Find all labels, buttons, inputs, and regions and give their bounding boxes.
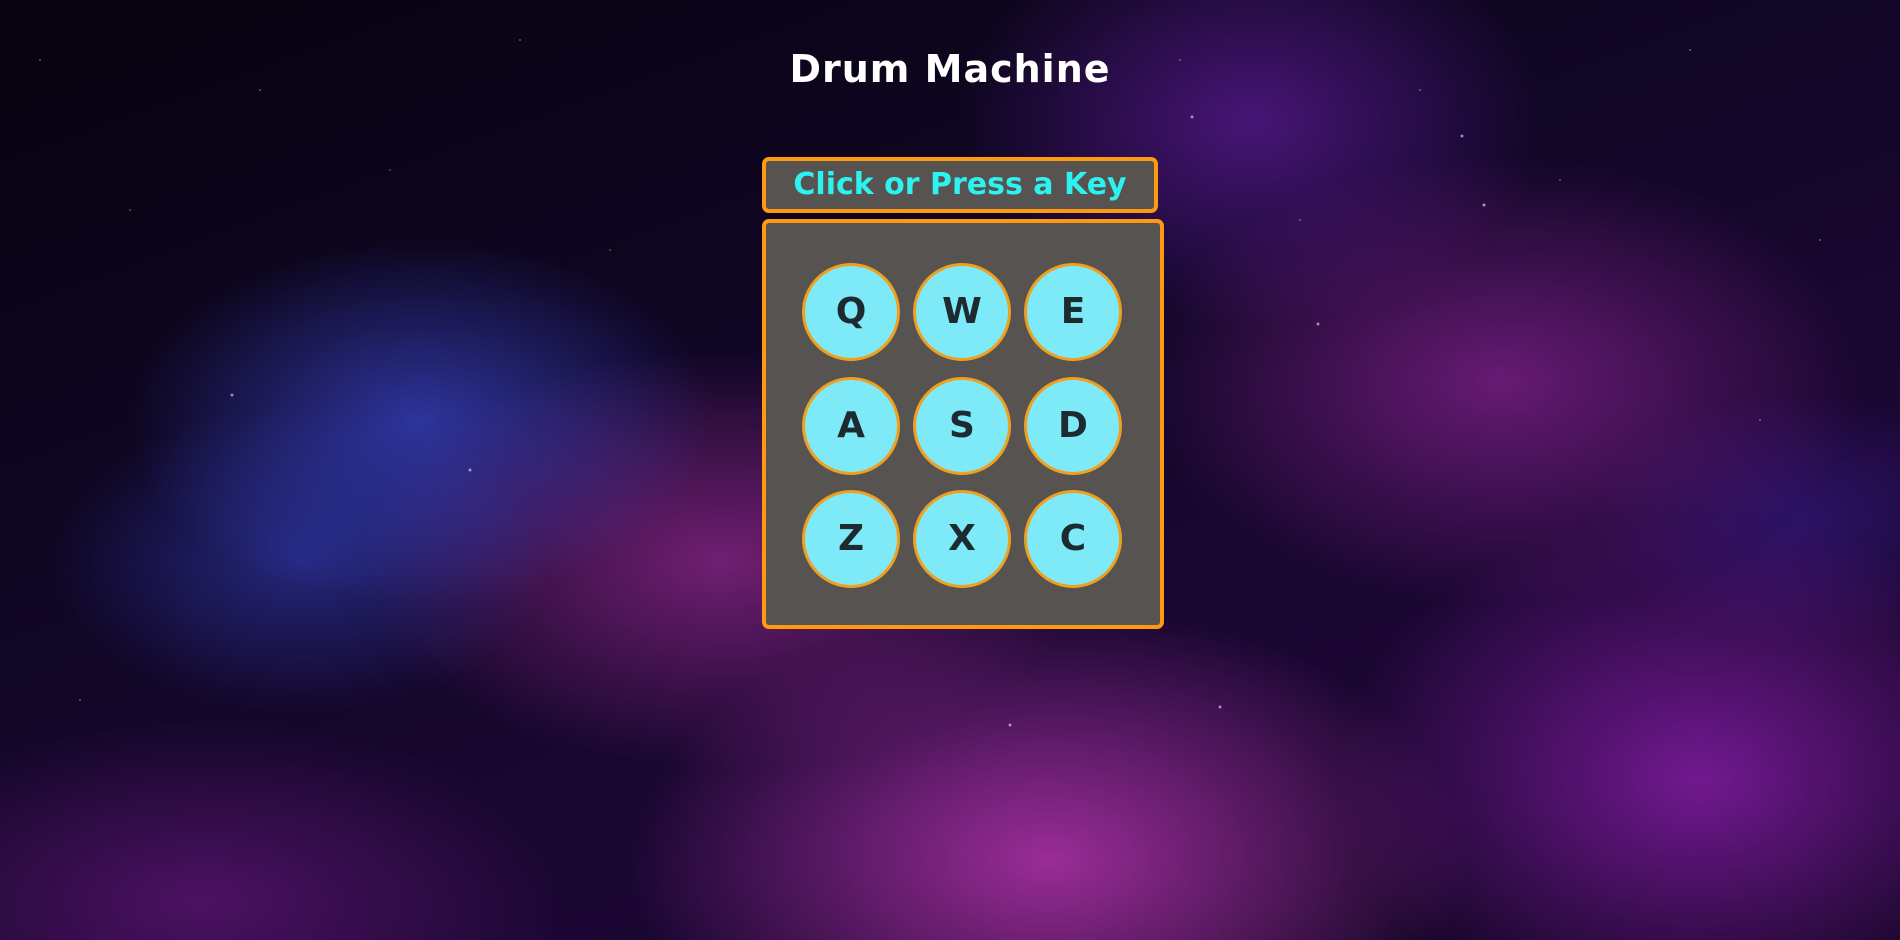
drum-pad-a[interactable]: A	[802, 377, 900, 475]
drum-pad-c[interactable]: C	[1024, 490, 1122, 588]
drum-pad-z[interactable]: Z	[802, 490, 900, 588]
drum-pad-q[interactable]: Q	[802, 263, 900, 361]
display-panel: Click or Press a Key	[762, 157, 1158, 213]
drum-pad-e[interactable]: E	[1024, 263, 1122, 361]
drum-pad-x[interactable]: X	[913, 490, 1011, 588]
drum-pad-grid: Q W E A S D Z X C	[762, 219, 1164, 629]
drum-pad-d[interactable]: D	[1024, 377, 1122, 475]
page-title: Drum Machine	[789, 47, 1111, 91]
drum-pad-s[interactable]: S	[913, 377, 1011, 475]
drum-pad-w[interactable]: W	[913, 263, 1011, 361]
